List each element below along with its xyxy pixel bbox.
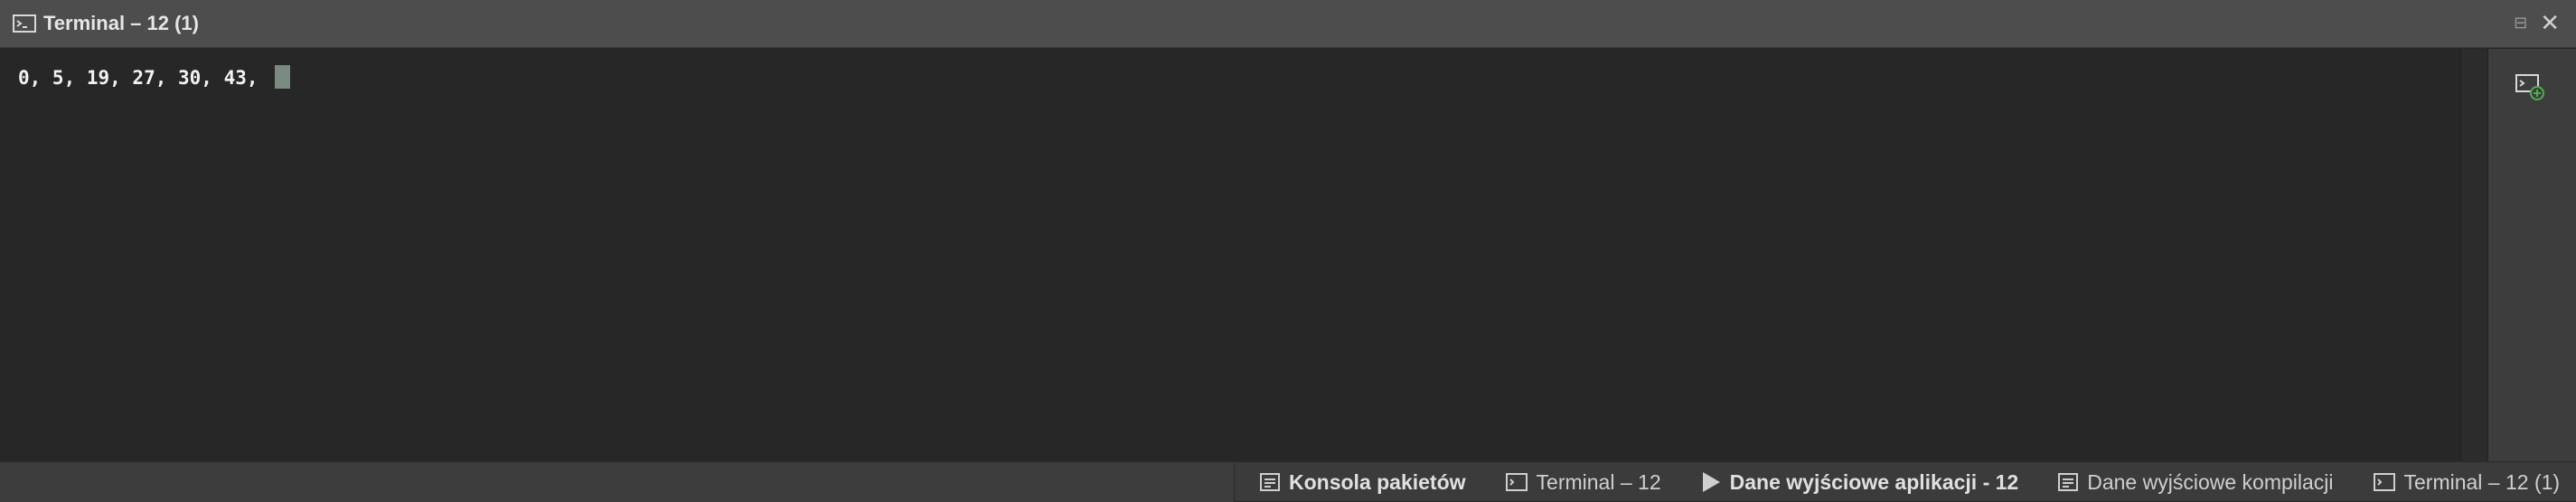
tab-terminal-12-1[interactable]: Terminal – 12 (1) xyxy=(2373,469,2561,495)
tab-label: Dane wyjściowe aplikacji - 12 xyxy=(1729,469,2019,494)
terminal-output-area[interactable]: 0, 5, 19, 27, 30, 43, xyxy=(0,49,2460,461)
bottom-tab-bar: Konsola pakietów Terminal – 12 Dane wyjś… xyxy=(0,461,2576,502)
new-terminal-button[interactable] xyxy=(2508,69,2552,105)
tab-label: Dane wyjściowe kompilacji xyxy=(2087,469,2334,494)
pin-icon[interactable]: ⊟ xyxy=(2514,14,2527,33)
build-output-icon xyxy=(2058,473,2079,491)
tab-package-console[interactable]: Konsola pakietów xyxy=(1260,470,1466,495)
terminal-scrollbar[interactable] xyxy=(2460,49,2487,461)
tab-label: Konsola pakietów xyxy=(1289,469,1466,494)
tab-build-output[interactable]: Dane wyjściowe kompilacji xyxy=(2058,469,2334,495)
side-toolbar xyxy=(2487,49,2576,461)
panel-title: Terminal – 12 (1) xyxy=(43,12,199,34)
terminal-line: 0, 5, 19, 27, 30, 43, xyxy=(18,65,291,89)
terminal-icon xyxy=(1505,473,1528,491)
bottom-bar-empty-area xyxy=(0,462,1235,502)
terminal-cursor xyxy=(275,65,291,89)
new-terminal-icon xyxy=(2515,74,2544,100)
terminal-icon xyxy=(13,14,36,33)
terminal-output-text: 0, 5, 19, 27, 30, 43, xyxy=(18,67,270,89)
play-icon xyxy=(1702,472,1720,492)
package-console-icon xyxy=(1260,473,1280,491)
tab-label: Terminal – 12 (1) xyxy=(2403,469,2561,494)
tab-application-output[interactable]: Dane wyjściowe aplikacji - 12 xyxy=(1701,469,2019,495)
panel-titlebar: Terminal – 12 (1) ⊟ ✕ xyxy=(0,0,2576,48)
tab-terminal-12[interactable]: Terminal – 12 xyxy=(1505,469,1661,495)
tab-label: Terminal – 12 xyxy=(1536,469,1661,494)
bottom-tabs: Konsola pakietów Terminal – 12 Dane wyjś… xyxy=(1235,462,2560,502)
close-icon[interactable]: ✕ xyxy=(2540,11,2560,34)
terminal-icon xyxy=(2373,473,2395,491)
